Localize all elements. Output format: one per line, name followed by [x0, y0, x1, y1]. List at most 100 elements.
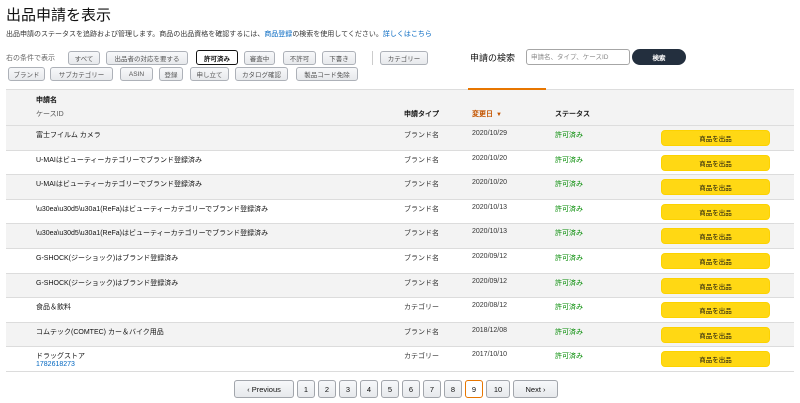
table-row: \u30ea\u30d5\u30a1(ReFa)はビューティーカテゴリーでブラン… — [6, 224, 794, 249]
search-input[interactable] — [526, 49, 630, 65]
request-type: ブランド名 — [404, 328, 439, 336]
list-product-button[interactable]: 商品を出品 — [661, 326, 770, 343]
status-label: 許可済み — [555, 304, 583, 312]
modified-date: 2020/09/12 — [472, 252, 508, 260]
request-name: 食品＆飲料 — [36, 304, 71, 312]
list-product-button[interactable]: 商品を出品 — [661, 277, 770, 294]
request-type: ブランド名 — [404, 156, 439, 164]
filter-chip-subcategory[interactable]: サブカテゴリー — [50, 67, 113, 81]
list-product-button[interactable]: 商品を出品 — [661, 351, 770, 368]
table-row: 富士フイルム カメラ ブランド名 2020/10/29 許可済み 商品を出品 — [6, 126, 794, 151]
search-label: 申請の検索 — [470, 53, 516, 63]
header-case-id[interactable]: ケースID — [36, 109, 64, 119]
request-name: \u30ea\u30d5\u30a1(ReFa)はビューティーカテゴリーでブラン… — [36, 230, 269, 238]
modified-date: 2020/10/29 — [472, 130, 508, 137]
table-row: U-MAIはビューティーカテゴリーでブランド登録済み ブランド名 2020/10/2… — [6, 151, 794, 176]
header-status[interactable]: ステータス — [555, 109, 590, 119]
list-product-button[interactable]: 商品を出品 — [661, 130, 770, 146]
table-row: コムテック(COMTEC) カー＆バイク用品 ブランド名 2018/12/08 許可済… — [6, 322, 794, 348]
filter-chip-gtin-exemption[interactable]: 製品コード免除 — [296, 67, 358, 81]
page-button-9[interactable]: 9 — [465, 380, 483, 398]
page-button-6[interactable]: 6 — [402, 380, 420, 398]
filter-chip-category[interactable]: カテゴリー — [380, 51, 428, 65]
request-name: ドラッグストア — [36, 353, 85, 361]
sort-indicator-bar — [468, 88, 546, 90]
status-label: 許可済み — [555, 132, 583, 139]
status-label: 許可済み — [555, 353, 583, 361]
filter-chip-draft[interactable]: 下書き — [322, 51, 356, 65]
status-label: 許可済み — [555, 328, 583, 336]
filter-chip-brand[interactable]: ブランド — [8, 67, 45, 81]
header-request-type[interactable]: 申請タイプ — [404, 109, 439, 119]
request-type: ブランド名 — [404, 205, 439, 213]
sort-desc-icon: ▼ — [496, 112, 502, 118]
header-modified-date-label: 変更日 — [472, 111, 493, 118]
case-id-link[interactable]: 1782618273 — [36, 361, 75, 368]
request-name: U-MAIはビューティーカテゴリーでブランド登録済み — [36, 181, 202, 189]
modified-date: 2020/08/12 — [472, 302, 508, 310]
description-text: 出品申請のステータスを追跡および管理します。商品の出品資格を確認するには、 — [6, 31, 265, 38]
table-row: ドラッグストア 1782618273 カテゴリー 2017/10/10 許可済み 商品を出… — [6, 347, 794, 372]
request-type: ブランド名 — [404, 132, 439, 139]
page-button-3[interactable]: 3 — [339, 380, 357, 398]
list-product-button[interactable]: 商品を出品 — [661, 154, 770, 171]
page-button-5[interactable]: 5 — [381, 380, 399, 398]
pagination: ‹ Previous 1 2 3 4 5 6 7 8 9 10 Next › — [234, 380, 561, 398]
filter-chip-denied[interactable]: 不許可 — [283, 51, 316, 65]
page-button-7[interactable]: 7 — [423, 380, 441, 398]
list-product-button[interactable]: 商品を出品 — [661, 203, 770, 220]
filter-chip-asin[interactable]: ASIN — [120, 67, 153, 81]
filter-chip-all[interactable]: すべて — [68, 51, 100, 65]
request-type: ブランド名 — [404, 230, 439, 238]
request-type: カテゴリー — [404, 304, 439, 312]
filter-chip-approved[interactable]: 許可済み — [196, 50, 238, 65]
filter-chip-action-required[interactable]: 出品者の対応を要する — [106, 51, 188, 65]
request-name: G-SHOCK(ジーショック)はブランド登録済み — [36, 254, 179, 262]
search-button[interactable]: 検索 — [632, 49, 686, 65]
next-page-button[interactable]: Next › — [513, 380, 558, 398]
modified-date: 2020/10/13 — [472, 228, 508, 236]
table-row: \u30ea\u30d5\u30a1(ReFa)はビューティーカテゴリーでブラン… — [6, 200, 794, 225]
filter-chip-registration[interactable]: 登録 — [159, 67, 183, 81]
page-title: 出品申請を表示 — [6, 7, 112, 24]
description-tail: の検索を使用してください。 — [292, 31, 383, 38]
page-button-8[interactable]: 8 — [444, 380, 462, 398]
status-label: 許可済み — [555, 230, 583, 238]
modified-date: 2017/10/10 — [472, 351, 508, 359]
request-name: U-MAIはビューティーカテゴリーでブランド登録済み — [36, 156, 202, 164]
list-product-button[interactable]: 商品を出品 — [661, 179, 770, 196]
table-header: 申請名 ケースID 申請タイプ 変更日 ▼ ステータス — [6, 88, 794, 126]
request-type: ブランド名 — [404, 181, 439, 189]
modified-date: 2020/09/12 — [472, 277, 508, 285]
status-label: 許可済み — [555, 254, 583, 262]
list-product-button[interactable]: 商品を出品 — [661, 302, 770, 319]
filter-chip-catalog-review[interactable]: カタログ確認 — [235, 67, 288, 81]
request-name: \u30ea\u30d5\u30a1(ReFa)はビューティーカテゴリーでブラン… — [36, 205, 269, 213]
filter-label: 右の条件で表示 — [6, 55, 55, 62]
modified-date: 2020/10/20 — [472, 179, 508, 187]
status-label: 許可済み — [555, 205, 583, 213]
page-button-10[interactable]: 10 — [486, 380, 510, 398]
page-button-2[interactable]: 2 — [318, 380, 336, 398]
table-row: G-SHOCK(ジーショック)はブランド登録済み ブランド名 2020/09/12 許… — [6, 249, 794, 274]
status-label: 許可済み — [555, 279, 583, 287]
list-product-button[interactable]: 商品を出品 — [661, 228, 770, 245]
learn-more-link[interactable]: 詳しくはこちら — [383, 31, 432, 38]
filter-divider — [372, 51, 373, 65]
product-search-link[interactable]: 商品登録 — [264, 31, 292, 38]
filter-chip-pending[interactable]: 審査中 — [244, 51, 275, 65]
header-request-name[interactable]: 申請名 — [36, 95, 57, 105]
header-modified-date[interactable]: 変更日 ▼ — [472, 109, 502, 119]
filter-chip-appeal[interactable]: 申し立て — [190, 67, 229, 81]
page-button-1[interactable]: 1 — [297, 380, 315, 398]
list-product-button[interactable]: 商品を出品 — [661, 252, 770, 269]
table-body: 富士フイルム カメラ ブランド名 2020/10/29 許可済み 商品を出品 U-MAIは… — [6, 126, 794, 372]
request-type: ブランド名 — [404, 254, 439, 262]
page-button-4[interactable]: 4 — [360, 380, 378, 398]
previous-page-button[interactable]: ‹ Previous — [234, 380, 294, 398]
request-name: G-SHOCK(ジーショック)はブランド登録済み — [36, 279, 179, 287]
request-type: ブランド名 — [404, 279, 439, 287]
modified-date: 2018/12/08 — [472, 326, 508, 334]
table-row: G-SHOCK(ジーショック)はブランド登録済み ブランド名 2020/09/12 許… — [6, 273, 794, 299]
request-name: コムテック(COMTEC) カー＆バイク用品 — [36, 328, 164, 336]
